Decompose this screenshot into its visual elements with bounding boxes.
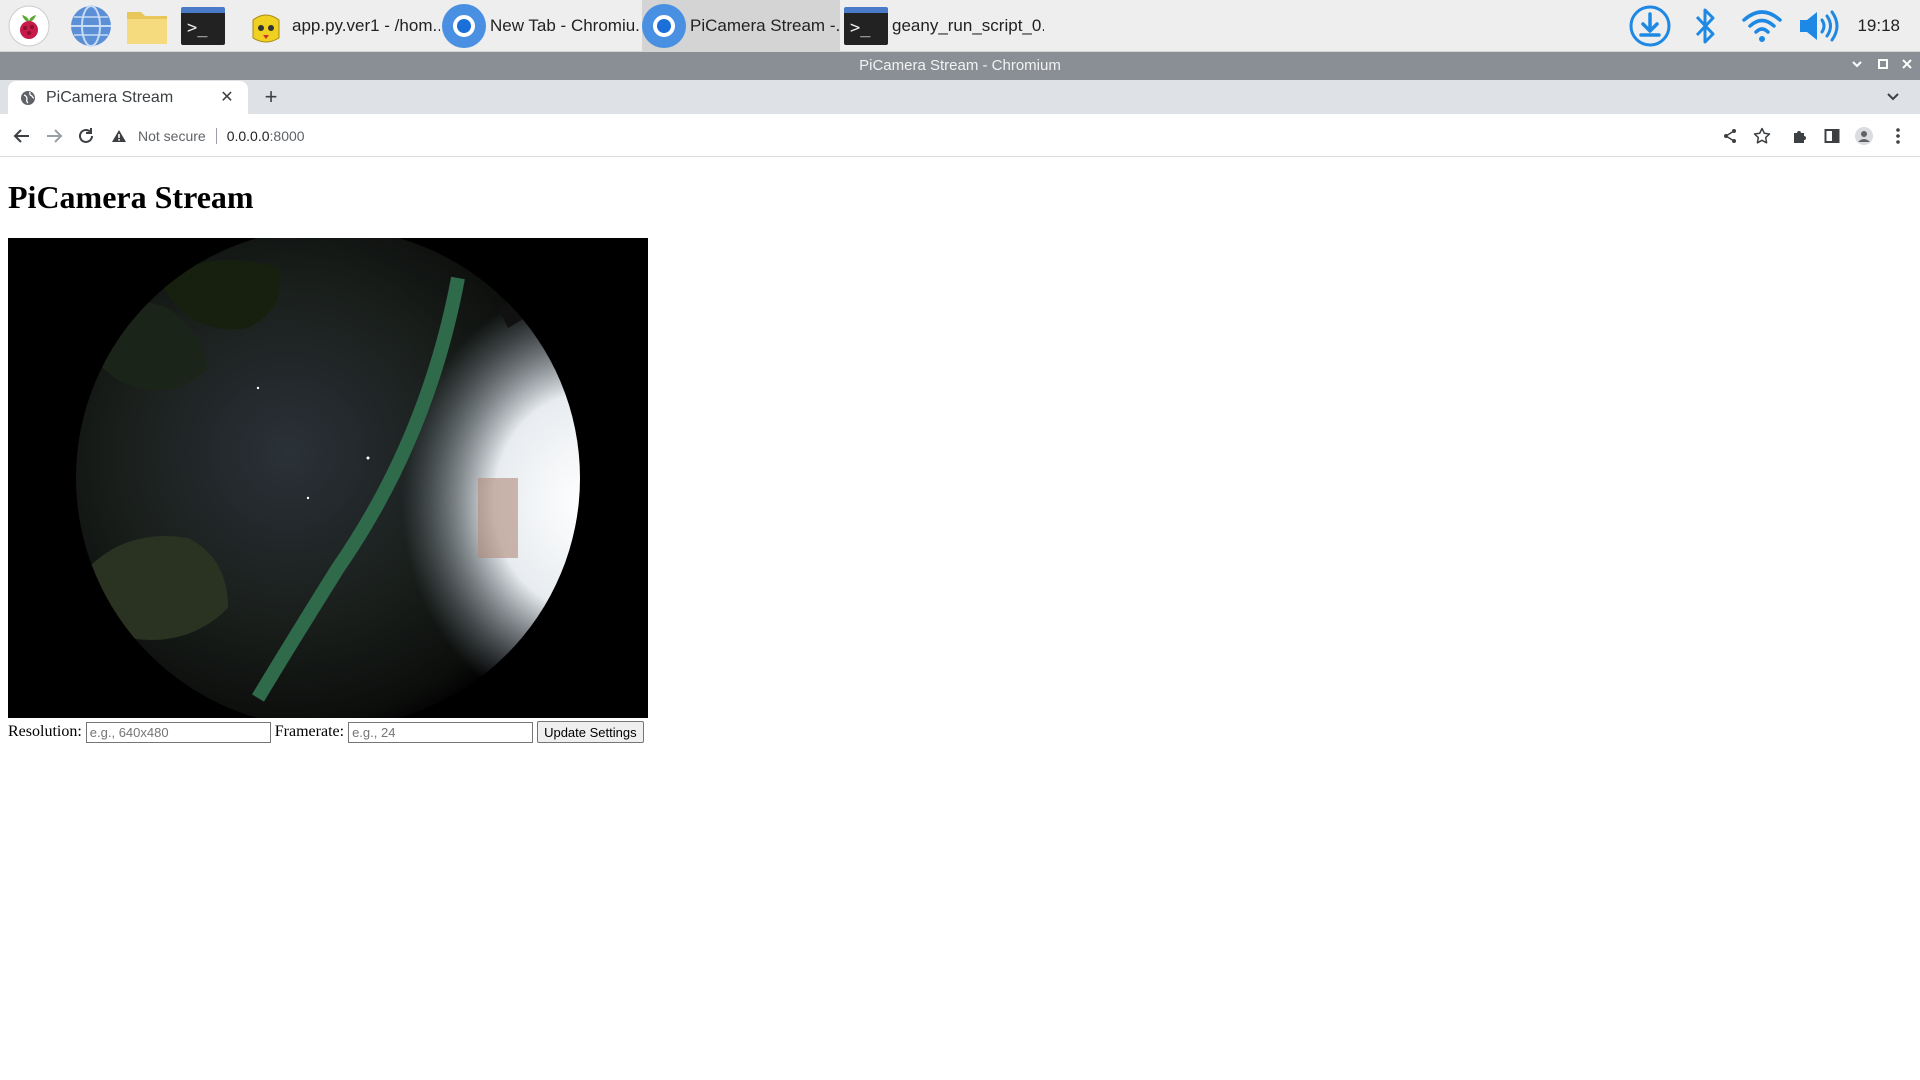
wifi-icon[interactable] — [1738, 0, 1786, 52]
warning-icon[interactable] — [110, 129, 128, 143]
forward-button[interactable] — [40, 122, 68, 150]
tab-close-icon[interactable]: ✕ — [218, 89, 236, 107]
clock[interactable]: 19:18 — [1857, 0, 1900, 52]
terminal-icon[interactable]: >_ — [180, 4, 226, 48]
back-button[interactable] — [8, 122, 36, 150]
chromium-icon — [442, 4, 486, 48]
framerate-input[interactable] — [348, 721, 534, 743]
security-status[interactable]: Not secure — [138, 128, 206, 144]
update-settings-button[interactable]: Update Settings — [537, 721, 644, 743]
bookmark-star-icon[interactable] — [1748, 122, 1776, 150]
file-manager-icon[interactable] — [124, 4, 170, 48]
resolution-input[interactable] — [85, 721, 271, 743]
terminal-icon: >_ — [844, 4, 888, 48]
volume-icon[interactable] — [1794, 0, 1842, 52]
extensions-puzzle-icon[interactable] — [1786, 122, 1814, 150]
url-host: 0.0.0.0 — [226, 128, 270, 144]
window-titlebar[interactable]: PiCamera Stream - Chromium — [0, 52, 1920, 80]
page-content: PiCamera Stream Resolution: e.g., 640x48… — [0, 158, 1920, 1080]
raspberry-menu-icon[interactable] — [6, 4, 52, 48]
globe-icon — [20, 90, 36, 106]
taskbar-task-picamera[interactable]: PiCamera Stream -... — [642, 0, 840, 52]
side-panel-icon[interactable] — [1818, 122, 1846, 150]
web-browser-icon[interactable] — [68, 4, 114, 48]
chromium-icon — [642, 4, 686, 48]
thonny-icon — [244, 4, 288, 48]
camera-stream-image — [8, 238, 648, 718]
taskbar-task-geany[interactable]: >_ geany_run_script_0... — [844, 0, 1044, 52]
taskbar-task-new-tab[interactable]: New Tab - Chromiu... — [442, 0, 640, 52]
bluetooth-icon[interactable] — [1688, 0, 1722, 52]
download-icon[interactable] — [1626, 0, 1674, 52]
taskbar: >_ app.py.ver1 - /hom... New Tab - Chrom… — [0, 0, 1920, 52]
minimize-icon[interactable] — [1846, 52, 1868, 80]
resolution-label: Resolution: — [8, 723, 82, 740]
back-arrow-icon — [13, 129, 29, 143]
maximize-icon[interactable] — [1872, 52, 1894, 80]
framerate-label: Framerate: — [274, 723, 345, 740]
task-label: geany_run_script_0... — [892, 16, 1044, 35]
share-icon[interactable] — [1716, 122, 1744, 150]
reload-button[interactable] — [72, 122, 100, 150]
close-window-icon[interactable] — [1896, 52, 1918, 80]
forward-arrow-icon — [47, 129, 63, 143]
page-title: PiCamera Stream — [8, 179, 254, 215]
address-bar[interactable]: Not secure 0.0.0.0 :8000 — [110, 120, 1750, 152]
tab-search-chevron-icon[interactable] — [1882, 86, 1904, 108]
new-tab-button[interactable]: + — [258, 84, 284, 110]
address-divider — [215, 128, 217, 144]
taskbar-task-thonny[interactable]: app.py.ver1 - /hom... — [244, 0, 440, 52]
tab-strip: PiCamera Stream ✕ + — [0, 80, 1920, 114]
task-label: PiCamera Stream -... — [690, 16, 840, 35]
tab-picamera-stream[interactable]: PiCamera Stream ✕ — [8, 81, 248, 114]
reload-icon — [79, 128, 93, 143]
profile-avatar-icon[interactable] — [1850, 122, 1878, 150]
task-label: New Tab - Chromiu... — [490, 16, 640, 35]
browser-toolbar: Not secure 0.0.0.0 :8000 — [0, 114, 1920, 157]
menu-kebab-icon[interactable] — [1884, 122, 1912, 150]
url-port: :8000 — [269, 128, 305, 144]
tab-title: PiCamera Stream — [46, 88, 174, 106]
task-label: app.py.ver1 - /hom... — [292, 16, 440, 35]
window-title: PiCamera Stream - Chromium — [859, 57, 1061, 74]
settings-form: Resolution: Framerate: Update Settings — [8, 721, 644, 743]
